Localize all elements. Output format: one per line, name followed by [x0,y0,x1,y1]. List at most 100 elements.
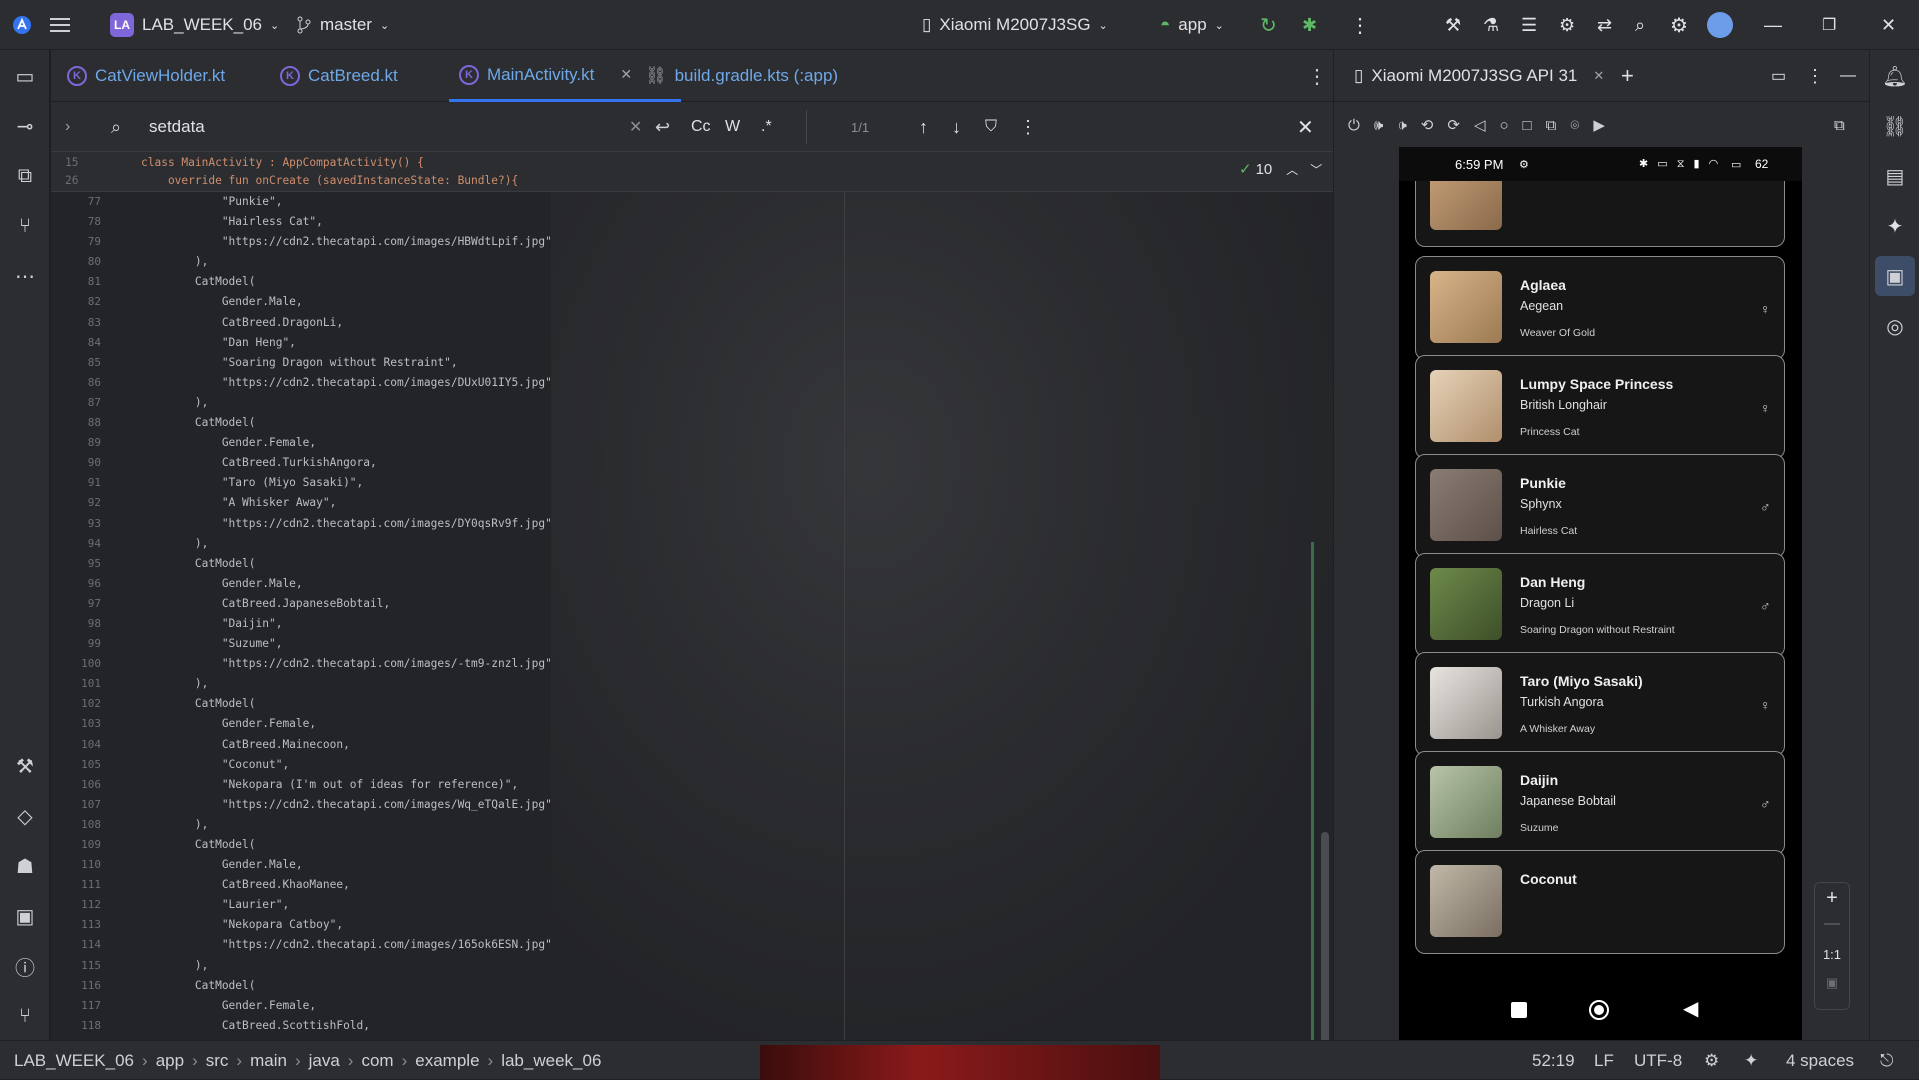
avatar[interactable] [1707,0,1733,50]
rerun-icon[interactable]: ↻ [1260,0,1277,50]
app-quality-icon[interactable]: ◎ [1870,306,1919,346]
code-line[interactable]: "Nekopara (I'm out of ideas for referenc… [141,775,552,795]
device-file-explorer-icon[interactable]: ▤ [1870,156,1919,196]
code-line[interactable]: ), [141,956,552,976]
code-line[interactable]: Gender.Female, [141,433,552,453]
project-folder-icon[interactable]: ▭ [0,56,50,96]
next-match-icon[interactable]: ↓ [952,102,961,152]
code-editor[interactable]: 15 class MainActivity : AppCompatActivit… [51,152,1333,1040]
more-actions-icon[interactable]: ⋮ [1350,0,1370,50]
list-item[interactable]: Aglaea Aegean Weaver Of Gold ♀ [1415,256,1785,360]
file-encoding[interactable]: UTF-8 [1634,1041,1682,1080]
close-tab-icon[interactable]: ✕ [620,66,632,83]
project-selector[interactable]: LA LAB_WEEK_06 ⌄ [110,0,279,50]
minimize-icon[interactable]: — [1764,0,1782,50]
breadcrumb-item[interactable]: lab_week_06 [501,1051,601,1071]
code-line[interactable]: "Punkie", [141,192,552,212]
code-line[interactable]: ), [141,252,552,272]
clear-search-icon[interactable]: ✕ [629,102,642,152]
list-item[interactable] [1415,181,1785,247]
version-control-icon[interactable]: ⑂ [0,996,50,1036]
previous-match-icon[interactable]: ↑ [919,102,928,152]
indent-setting[interactable]: 4 spaces [1786,1041,1854,1080]
breadcrumb-item[interactable]: src [206,1051,229,1071]
overview-icon[interactable]: □ [1523,117,1532,134]
cat-list[interactable]: Aglaea Aegean Weaver Of Gold ♀ Lumpy Space P… [1399,181,1802,988]
screenshot-icon[interactable]: ⌾ [1570,117,1579,134]
code-line[interactable]: "https://cdn2.thecatapi.com/images/DUxU0… [141,373,552,393]
profiler-icon[interactable]: ⚙ [1559,0,1575,50]
sdk-manager-icon[interactable]: ⚒ [1445,0,1461,50]
lock-icon[interactable]: ⎋ [1880,1041,1893,1080]
power-icon[interactable]: ⏻ [1348,117,1360,134]
device-manager-icon[interactable]: ⚗ [1483,0,1499,50]
notifications-icon[interactable]: 🔔︎ [1870,56,1919,96]
terminal-icon[interactable]: ▣ [0,896,50,936]
close-window-icon[interactable]: ✕ [1881,0,1896,50]
code-line[interactable]: ), [141,393,552,413]
ai-assist-icon[interactable]: ✦ [1744,1041,1758,1080]
code-line[interactable]: Gender.Female, [141,996,552,1016]
hide-panel-icon[interactable]: — [1840,50,1856,102]
code-line[interactable]: Gender.Male, [141,855,552,875]
device-screen[interactable]: 6:59 PM ⚙ ✱ ▭ ⧖ ▮ ◠ ▭ 62 Aglaea Aegean Wea… [1399,147,1802,1041]
more-tools-icon[interactable]: ⋯ [0,256,50,296]
list-item[interactable]: Punkie Sphynx Hairless Cat ♂ [1415,454,1785,558]
problems-icon[interactable]: ⓘ [0,946,50,986]
code-line[interactable]: "A Whisker Away", [141,493,552,513]
list-item[interactable]: Coconut [1415,850,1785,954]
code-line[interactable]: ), [141,815,552,835]
breadcrumb-item[interactable]: main [250,1051,287,1071]
code-line[interactable]: "Suzume", [141,634,552,654]
panel-more-icon[interactable]: ⋮ [1806,50,1824,102]
code-line[interactable]: ), [141,534,552,554]
code-line[interactable]: CatBreed.Mainecoon, [141,735,552,755]
gem-icon[interactable]: ◇ [0,796,50,836]
app-logo-icon[interactable] [12,0,32,50]
code-line[interactable]: Gender.Female, [141,714,552,734]
line-separator[interactable]: LF [1594,1041,1614,1080]
list-item[interactable]: Lumpy Space Princess British Longhair Prin… [1415,355,1785,459]
main-menu-icon[interactable] [50,0,70,50]
readonly-icon[interactable]: ⚙ [1704,1041,1719,1080]
code-line[interactable]: "https://cdn2.thecatapi.com/images/Wq_eT… [141,795,552,815]
tab-catbreed[interactable]: K CatBreed.kt [280,50,398,102]
zoom-in-icon[interactable]: + [1815,887,1849,910]
sync-icon[interactable]: ⇄ [1597,0,1612,50]
breadcrumb-item[interactable]: example [415,1051,479,1071]
code-line[interactable]: "Taro (Miyo Sasaki)", [141,473,552,493]
back-nav-icon[interactable]: ◀ [1683,996,1698,1021]
volume-down-icon[interactable]: 🕩 [1397,117,1406,134]
close-search-icon[interactable]: ✕ [1297,102,1314,152]
logcat-icon[interactable]: ☗ [0,846,50,886]
code-line[interactable]: "Daijin", [141,614,552,634]
breadcrumb-item[interactable]: LAB_WEEK_06 [14,1051,134,1071]
code-line[interactable]: CatBreed.KhaoManee, [141,875,552,895]
list-item[interactable]: Taro (Miyo Sasaki) Turkish Angora A Whiske… [1415,652,1785,756]
home-icon[interactable]: ○ [1499,117,1508,134]
code-lines[interactable]: "Punkie", "Hairless Cat", "https://cdn2.… [141,192,552,1036]
rotate-left-icon[interactable]: ⟲ [1421,116,1434,134]
code-line[interactable]: "Laurier", [141,895,552,915]
commit-icon[interactable]: ⊸ [0,106,50,146]
pull-requests-icon[interactable]: ⑂ [0,206,50,246]
regex-button[interactable]: .* [761,102,772,152]
breadcrumb-item[interactable]: app [156,1051,184,1071]
structure-icon[interactable]: ⧉ [0,156,50,196]
code-line[interactable]: CatModel( [141,976,552,996]
running-devices-icon[interactable]: ▣ [1875,256,1915,296]
close-tab-icon[interactable]: ✕ [1593,68,1604,84]
code-line[interactable]: "https://cdn2.thecatapi.com/images/HBWdt… [141,232,552,252]
tab-emulator[interactable]: ▯ Xiaomi M2007J3SG API 31 ✕ [1354,50,1604,102]
list-item[interactable]: Dan Heng Dragon Li Soaring Dragon without … [1415,553,1785,657]
run-config-selector[interactable]: ◓ app ⌄ [1160,0,1224,50]
settings-gear-icon[interactable]: ⚙ [1670,0,1688,50]
mirror-icon[interactable]: ⧉ [1834,102,1845,148]
breadcrumb-item[interactable]: java [309,1051,340,1071]
rotate-right-icon[interactable]: ⟳ [1447,116,1460,134]
zoom-out-icon[interactable]: — [1815,915,1849,933]
code-line[interactable]: "https://cdn2.thecatapi.com/images/165ok… [141,935,552,955]
code-line[interactable]: Gender.Male, [141,292,552,312]
search-input[interactable] [149,112,619,142]
gradle-icon[interactable]: ⛓ [1870,106,1919,146]
